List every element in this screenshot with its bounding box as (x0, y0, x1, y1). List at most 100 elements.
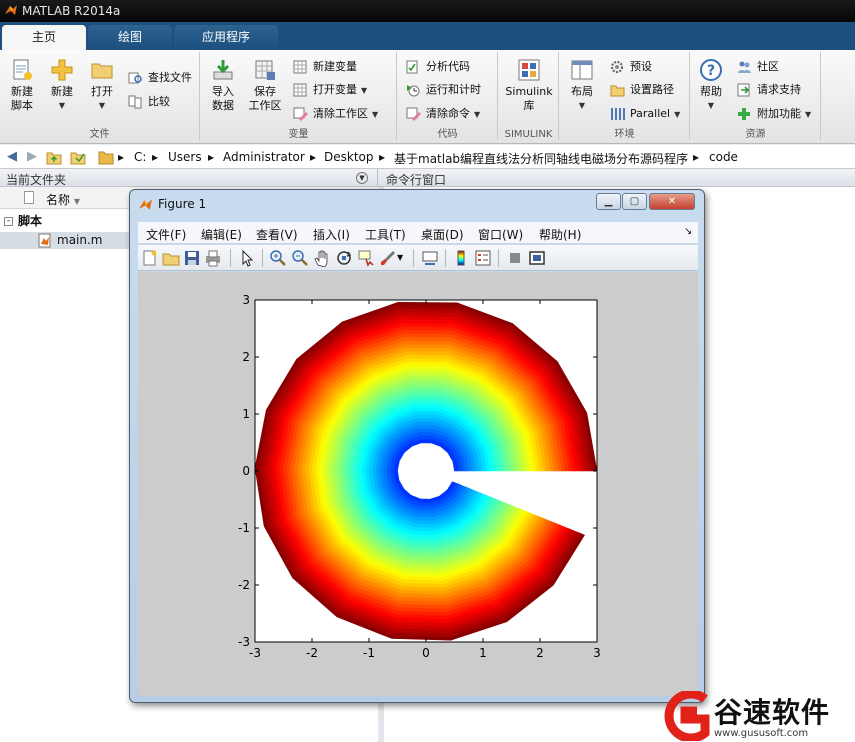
show-plot-tools-icon[interactable] (528, 249, 546, 267)
analyze-code-button[interactable]: 分析代码 (406, 58, 470, 76)
save-icon[interactable] (183, 249, 201, 267)
tab-home[interactable]: 主页 (2, 25, 86, 50)
add-ons-button[interactable]: 附加功能 ▼ (737, 105, 811, 123)
new-figure-icon[interactable] (141, 249, 159, 267)
x-tick-label: 2 (536, 646, 544, 660)
menu-desktop[interactable]: 桌面(D) (421, 226, 464, 243)
section-label-resources: 资源 (745, 129, 766, 140)
parallel-button[interactable]: Parallel ▼ (610, 105, 680, 123)
run-and-time-label: 运行和计时 (426, 83, 481, 96)
watermark-name: 谷速软件 (714, 696, 831, 729)
help-button[interactable]: ? 帮助 ▼ (691, 56, 731, 113)
layout-button[interactable]: 布局 ▼ (562, 56, 602, 113)
section-label-variable: 变量 (288, 129, 309, 140)
request-support-button[interactable]: 请求支持 (737, 81, 801, 99)
new-script-icon (13, 59, 32, 80)
zoom-in-icon[interactable] (269, 249, 287, 267)
menu-window[interactable]: 窗口(W) (478, 226, 523, 243)
breadcrumb-item[interactable]: code (709, 150, 738, 164)
compare-label: 比较 (148, 95, 170, 108)
open-file-icon[interactable] (162, 249, 180, 267)
breadcrumb-item[interactable]: Users (168, 150, 202, 164)
data-cursor-icon[interactable] (357, 249, 375, 267)
menu-help[interactable]: 帮助(H) (539, 226, 581, 243)
simulink-library-button[interactable]: Simulink 库 (505, 56, 553, 113)
menu-edit[interactable]: 编辑(E) (201, 226, 242, 243)
x-tick-label: 0 (422, 646, 430, 660)
watermark-logo (664, 691, 710, 741)
menu-tools[interactable]: 工具(T) (365, 226, 406, 243)
breadcrumb-item[interactable]: Desktop (324, 150, 374, 164)
section-label-file: 文件 (89, 129, 110, 140)
rotate-3d-icon[interactable] (335, 249, 353, 267)
compare-button[interactable]: 比较 (128, 93, 170, 111)
forward-arrow-icon[interactable]: ▶ (24, 149, 40, 165)
toolbar-separator (413, 249, 414, 267)
browse-folder-icon[interactable] (70, 149, 86, 165)
close-button[interactable]: ✕ (649, 193, 695, 210)
pointer-icon[interactable] (238, 249, 256, 267)
menu-view[interactable]: 查看(V) (256, 226, 298, 243)
chevron-down-icon: ▼ (674, 110, 681, 119)
print-icon[interactable] (204, 249, 222, 267)
matlab-logo-icon (5, 5, 17, 15)
path-separator-icon: ▸ (693, 150, 700, 164)
new-script-button[interactable]: 新建 脚本 (2, 56, 42, 113)
legend-icon[interactable] (474, 249, 492, 267)
panel-headers: 当前文件夹 ▼ 命令行窗口 (0, 169, 855, 187)
sort-down-icon: ▼ (73, 197, 80, 206)
colorbar-icon[interactable] (452, 249, 470, 267)
preferences-button[interactable]: 预设 (610, 58, 652, 76)
toolbar-separator (445, 249, 446, 267)
panel-actions-icon[interactable]: ▼ (356, 172, 368, 184)
y-tick-label: -2 (238, 578, 250, 592)
new-variable-button[interactable]: 新建变量 (293, 58, 357, 76)
current-folder-title: 当前文件夹 (6, 173, 67, 187)
save-workspace-button[interactable]: 保存 工作区 (245, 56, 285, 113)
ribbon-section-variable: 导入 数据 保存 工作区 新建变量 打开变量 ▼ 清除工作区 ▼ 变量 (201, 52, 397, 140)
save-workspace-icon (255, 60, 275, 80)
open-folder-icon (91, 63, 113, 79)
new-button[interactable]: 新建 ▼ (42, 56, 82, 113)
hide-plot-tools-icon[interactable] (506, 249, 524, 267)
chevron-down-icon: ▼ (372, 110, 379, 119)
open-variable-label: 打开变量 (313, 83, 357, 96)
pan-hand-icon[interactable] (313, 249, 331, 267)
up-folder-icon[interactable] (46, 149, 62, 165)
dock-arrow-icon[interactable]: ↘ (684, 226, 692, 237)
zoom-out-icon[interactable] (291, 249, 309, 267)
figure-window: Figure 1 ▁ ▢ ✕ 文件(F) 编辑(E) 查看(V) 插入(I) 工… (129, 189, 705, 703)
open-variable-button[interactable]: 打开变量 ▼ (293, 81, 367, 99)
tab-apps[interactable]: 应用程序 (174, 25, 278, 50)
figure-canvas[interactable]: -3 -2 -1 0 1 2 3 -3 -2 -1 0 1 2 3 (138, 272, 698, 696)
maximize-button[interactable]: ▢ (622, 193, 647, 210)
breadcrumb-item[interactable]: Administrator (223, 150, 305, 164)
breadcrumb-item[interactable]: C: (134, 150, 146, 164)
find-files-icon (128, 72, 142, 84)
title-bar: MATLAB R2014a (0, 0, 855, 22)
clear-workspace-button[interactable]: 清除工作区 ▼ (293, 105, 378, 123)
import-data-button[interactable]: 导入 数据 (203, 56, 243, 113)
link-plot-icon[interactable] (421, 249, 439, 267)
run-and-time-button[interactable]: 运行和计时 (406, 81, 481, 99)
help-label: 帮助 (700, 85, 722, 98)
x-tick-label: 3 (593, 646, 601, 660)
tab-plots[interactable]: 绘图 (88, 25, 172, 50)
ribbon: 新建 脚本 新建 ▼ 打开 ▼ 查找文件 比较 文件 导入 数据 保存 工作区 … (0, 50, 855, 144)
ring-plot[interactable]: -3 -2 -1 0 1 2 3 -3 -2 -1 0 1 2 3 (138, 272, 698, 696)
section-label-environment: 环境 (614, 129, 635, 140)
clear-commands-button[interactable]: 清除命令 ▼ (406, 105, 480, 123)
set-path-button[interactable]: 设置路径 (610, 81, 674, 99)
minimize-button[interactable]: ▁ (596, 193, 621, 210)
brush-icon[interactable] (379, 249, 397, 267)
find-files-button[interactable]: 查找文件 (128, 69, 192, 87)
open-button[interactable]: 打开 ▼ (82, 56, 122, 113)
file-name: main.m (57, 233, 103, 247)
menu-insert[interactable]: 插入(I) (313, 226, 350, 243)
menu-file[interactable]: 文件(F) (146, 226, 186, 243)
breadcrumb-item[interactable]: 基于matlab编程直线法分析同轴线电磁场分布源码程序 (394, 150, 688, 167)
column-name[interactable]: 名称 ▼ (46, 191, 80, 208)
community-button[interactable]: 社区 (737, 58, 779, 76)
back-arrow-icon[interactable]: ◀ (4, 149, 20, 165)
collapse-icon[interactable]: - (4, 217, 13, 226)
